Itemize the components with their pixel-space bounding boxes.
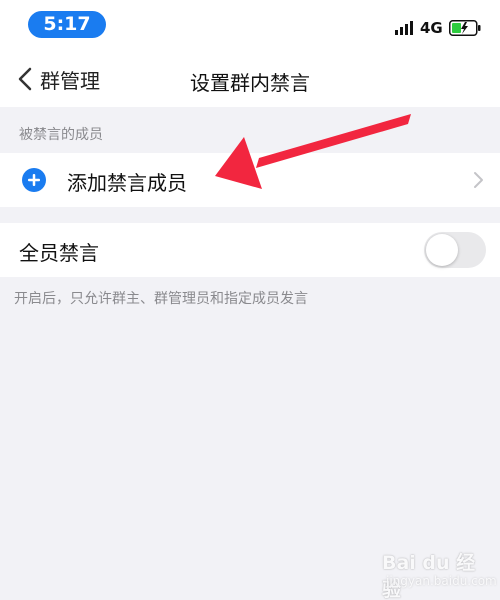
toggle-knob bbox=[426, 234, 458, 266]
chevron-right-icon bbox=[474, 172, 483, 188]
mute-all-helper-text: 开启后，只允许群主、群管理员和指定成员发言 bbox=[14, 291, 308, 307]
watermark-url: jingyan.baidu.com bbox=[386, 574, 497, 588]
add-muted-member-row[interactable]: 添加禁言成员 bbox=[0, 153, 500, 207]
status-bar: 5:17 4G bbox=[0, 0, 500, 50]
plus-circle-icon bbox=[22, 168, 46, 192]
muted-members-header: 被禁言的成员 bbox=[19, 127, 103, 143]
mute-all-row: 全员禁言 bbox=[0, 223, 500, 277]
network-type: 4G bbox=[420, 19, 443, 37]
mute-all-label: 全员禁言 bbox=[19, 241, 99, 265]
cellular-signal-icon bbox=[395, 21, 413, 35]
navigation-bar: 群管理 设置群内禁言 bbox=[0, 50, 500, 107]
mute-all-toggle[interactable] bbox=[424, 232, 486, 268]
battery-charging-icon bbox=[449, 20, 481, 36]
screen: 5:17 4G 群管理 设置群内禁言 被禁言的成员 添加禁言成员 全员禁言 开启… bbox=[0, 0, 500, 600]
add-muted-member-label: 添加禁言成员 bbox=[67, 171, 187, 195]
page-title: 设置群内禁言 bbox=[190, 71, 310, 95]
status-time: 5:17 bbox=[28, 11, 106, 38]
baidu-jingyan-watermark: Bai du 经验 jingyan.baidu.com bbox=[382, 548, 497, 600]
